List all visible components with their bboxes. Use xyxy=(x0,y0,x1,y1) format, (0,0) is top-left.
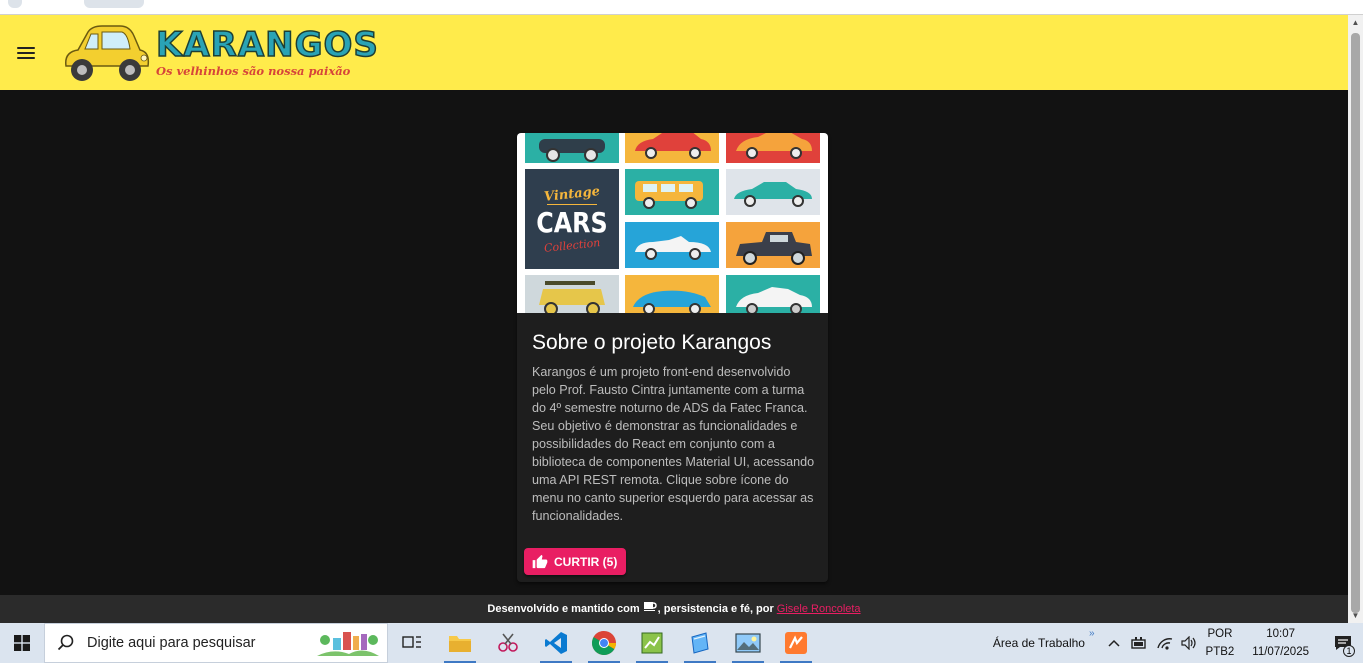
scroll-down-arrow-icon[interactable]: ▼ xyxy=(1348,608,1363,623)
network-icon[interactable] xyxy=(1156,636,1174,650)
folder-icon xyxy=(449,636,471,652)
search-highlight-illustration-icon xyxy=(313,626,383,660)
browser-tab-stub[interactable] xyxy=(8,0,22,8)
scissors-icon xyxy=(498,633,518,652)
car-tile xyxy=(726,169,820,215)
logo-title: KARANGOS xyxy=(155,25,379,65)
taskbar-snipping-tool[interactable] xyxy=(484,623,532,663)
hamburger-menu-icon xyxy=(17,46,35,59)
app-bar: KARANGOS Os velhinhos são nossa paixão xyxy=(0,15,1348,90)
car-tile xyxy=(525,133,619,163)
like-button[interactable]: CURTIR (5) xyxy=(524,548,627,575)
taskbar-search-box[interactable]: Digite aqui para pesquisar xyxy=(44,623,388,663)
windows-logo-icon xyxy=(14,635,30,651)
like-button-label: CURTIR (5) xyxy=(554,554,618,569)
car-tile xyxy=(625,222,719,268)
car-tile xyxy=(525,275,619,313)
yellow-car-icon xyxy=(65,24,150,81)
search-placeholder: Digite aqui para pesquisar xyxy=(87,635,256,651)
taskbar-chart-app[interactable] xyxy=(628,623,676,663)
car-tile xyxy=(625,169,719,215)
orange-app-icon xyxy=(785,632,807,654)
menu-button[interactable] xyxy=(0,15,52,90)
language-code: POR xyxy=(1207,628,1233,640)
taskbar-chrome[interactable] xyxy=(580,623,628,663)
vintage-cars-label-tile: Vintage CARS Collection xyxy=(525,169,619,269)
clock-date: 11/07/2025 xyxy=(1252,646,1309,658)
card-title: Sobre o projeto Karangos xyxy=(532,331,772,354)
volume-icon[interactable] xyxy=(1180,636,1198,650)
page-scrollbar[interactable]: ▲ ▼ xyxy=(1348,15,1363,623)
footer-text-after: , persistencia e fé, por xyxy=(657,603,774,615)
toolbar-expand-icon[interactable]: » xyxy=(1089,628,1095,639)
about-card: Vintage CARS Collection Sobre o projeto … xyxy=(517,133,828,582)
car-tile xyxy=(726,275,820,313)
clock-time: 10:07 xyxy=(1266,628,1296,640)
chart-app-icon xyxy=(641,632,663,654)
system-tray: Área de Trabalho » POR PTB2 10:07 11/07/… xyxy=(993,623,1363,663)
card-description: Karangos é um projeto front-end desenvol… xyxy=(532,365,815,523)
clock[interactable]: 10:07 11/07/2025 xyxy=(1252,625,1309,661)
taskbar-sublime-app[interactable] xyxy=(772,623,820,663)
notification-center-button[interactable]: 1 xyxy=(1323,623,1363,663)
footer: Desenvolvido e mantido com , persistenci… xyxy=(0,595,1348,623)
logo-subtitle: Os velhinhos são nossa paixão xyxy=(156,64,351,78)
notification-count-badge: 1 xyxy=(1343,645,1355,657)
car-tile xyxy=(625,275,719,313)
footer-text-before: Desenvolvido e mantido com xyxy=(487,603,640,615)
start-button[interactable] xyxy=(0,623,44,663)
taskbar-file-explorer[interactable] xyxy=(436,623,484,663)
search-icon xyxy=(57,634,74,651)
image-text-vintage: Vintage xyxy=(543,183,601,205)
keyboard-layout: PTB2 xyxy=(1205,646,1235,658)
car-tile xyxy=(726,133,820,163)
scrollbar-thumb[interactable] xyxy=(1351,33,1360,613)
photos-app-icon xyxy=(735,633,761,653)
windows-taskbar: Digite aqui para pesquisar Área de Traba… xyxy=(0,623,1363,663)
desktop-toolbar-label[interactable]: Área de Trabalho xyxy=(993,636,1085,650)
vintage-cars-image: Vintage CARS Collection xyxy=(517,133,828,313)
thumb-up-icon xyxy=(532,554,548,569)
vscode-icon xyxy=(545,632,567,654)
notes-app-icon xyxy=(691,632,709,654)
taskbar-vscode[interactable] xyxy=(532,623,580,663)
chevron-up-icon[interactable] xyxy=(1107,638,1121,648)
chrome-icon xyxy=(591,631,616,656)
task-view-button[interactable] xyxy=(388,623,436,663)
taskbar-notes-app[interactable] xyxy=(676,623,724,663)
car-tile xyxy=(726,222,820,268)
browser-tab-active[interactable] xyxy=(84,0,144,8)
input-language[interactable]: POR PTB2 xyxy=(1206,625,1235,661)
logo: KARANGOS Os velhinhos são nossa paixão xyxy=(58,22,379,84)
author-link[interactable]: Gisele Roncoleta xyxy=(777,603,861,615)
task-view-icon xyxy=(402,636,421,648)
browser-tab-strip xyxy=(0,0,1363,15)
taskbar-photos-app[interactable] xyxy=(724,623,772,663)
image-text-cars: CARS xyxy=(536,205,608,239)
battery-plug-icon[interactable] xyxy=(1130,636,1148,650)
coffee-icon xyxy=(643,599,657,614)
car-tile xyxy=(625,133,719,163)
scroll-up-arrow-icon[interactable]: ▲ xyxy=(1348,15,1363,30)
